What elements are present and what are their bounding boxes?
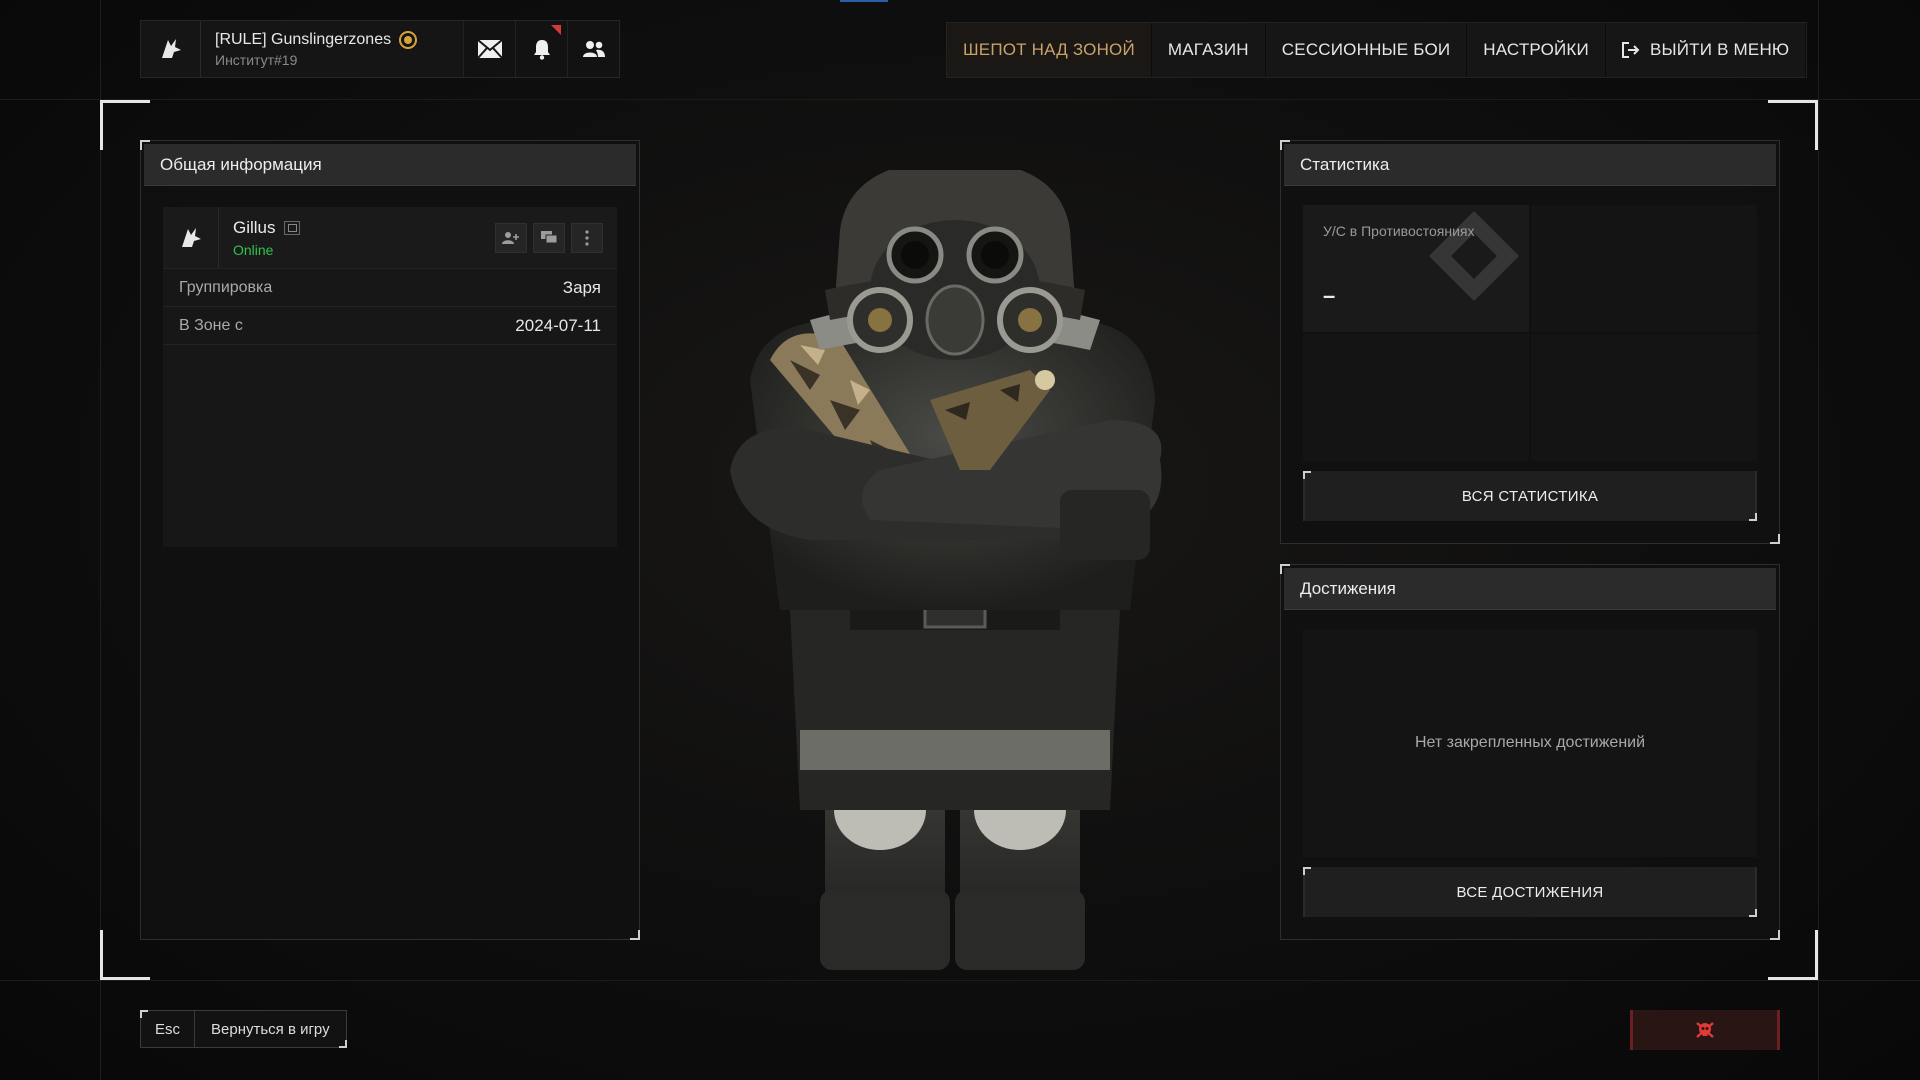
envelope-icon [476,39,503,59]
user-name: Gillus [233,217,276,237]
nav-label: НАСТРОЙКИ [1483,40,1589,59]
nav-label: ШЕПОТ НАД ЗОНОЙ [963,40,1135,59]
nav-exit-to-menu[interactable]: ВЫЙТИ В МЕНЮ [1605,23,1807,77]
esc-key-hint: Esc [141,1011,195,1047]
all-achievements-button[interactable]: ВСЕ ДОСТИЖЕНИЯ [1303,867,1757,917]
guide-line [1818,0,1819,1080]
nav-label: СЕССИОННЫЕ БОИ [1281,40,1451,59]
wolf-emblem-icon [161,39,181,58]
pda-screen: [RULE] Gunslingerzones Институт#19 ШЕПОТ… [0,0,1920,1080]
exit-icon [1621,42,1640,58]
profile-avatar [141,21,201,77]
suicide-button[interactable] [1630,1010,1780,1050]
message-button[interactable] [533,222,565,253]
friends-icon [582,41,605,57]
profile-box[interactable]: [RULE] Gunslingerzones Институт#19 [140,20,620,78]
panel-title: Статистика [1284,144,1776,186]
user-status: Online [233,241,274,258]
top-progress-tick [840,0,888,2]
nav-session-battles[interactable]: СЕССИОННЫЕ БОИ [1265,23,1468,77]
in-zone-since-row: В Зоне с 2024-07-11 [163,307,617,345]
more-vertical-icon [585,229,589,246]
user-row: Gillus Online [163,207,617,269]
info-card: Gillus Online Группировка Заря В Зоне с … [163,207,617,547]
return-to-game-label: Вернуться в игру [211,1020,330,1038]
nav-label: МАГАЗИН [1167,40,1249,59]
add-friend-button[interactable] [495,222,527,253]
add-user-icon [502,231,519,244]
stat-cell [1303,334,1529,461]
panel-title: Достижения [1284,568,1776,610]
wolf-emblem-icon [181,227,201,247]
nav-shop[interactable]: МАГАЗИН [1151,23,1266,77]
statistics-panel: Статистика У/С в Противостояниях – ВСЯ С… [1280,140,1780,544]
all-statistics-button[interactable]: ВСЯ СТАТИСТИКА [1303,471,1757,521]
stat-value: – [1323,283,1336,308]
skull-crossbones-icon [1696,1022,1714,1038]
copy-icon[interactable] [283,220,300,235]
general-info-panel: Общая информация Gillus Online Группиров… [140,140,640,940]
achievements-empty-text: Нет закрепленных достижений [1303,629,1757,857]
stat-cell: У/С в Противостояниях – [1303,205,1529,332]
more-options-button[interactable] [571,222,603,253]
nav-label: ВЫЙТИ В МЕНЮ [1649,40,1790,59]
bell-icon [533,40,550,60]
notification-indicator [551,25,561,35]
guide-line [0,980,1920,981]
stat-label: У/С в Противостояниях [1323,223,1475,239]
rank-badge-icon [399,30,418,49]
stat-cell [1531,205,1757,332]
user-avatar [163,207,219,268]
return-to-game-button[interactable]: Esc Вернуться в игру [140,1010,347,1048]
achievements-panel: Достижения Нет закрепленных достижений В… [1280,564,1780,940]
profile-subtitle: Институт#19 [215,51,298,68]
profile-name: [RULE] Gunslingerzones [215,30,392,48]
panel-title: Общая информация [144,144,636,186]
notifications-button[interactable] [515,21,567,77]
top-navigation: ШЕПОТ НАД ЗОНОЙ МАГАЗИН СЕССИОННЫЕ БОИ Н… [946,22,1808,78]
guide-line [0,99,1920,100]
mail-button[interactable] [463,21,515,77]
stats-grid: У/С в Противостояниях – [1303,205,1757,461]
chat-icon [541,230,558,243]
stat-cell [1531,334,1757,461]
friends-button[interactable] [567,21,619,77]
faction-label: Группировка [179,278,273,296]
nav-settings[interactable]: НАСТРОЙКИ [1467,23,1606,77]
faction-row: Группировка Заря [163,269,617,307]
guide-line [100,0,101,1080]
faction-value: Заря [562,277,601,297]
in-zone-since-value: 2024-07-11 [515,315,601,335]
in-zone-since-label: В Зоне с [179,316,243,334]
character-model [730,170,1162,970]
nav-whisper-over-zone[interactable]: ШЕПОТ НАД ЗОНОЙ [947,23,1152,77]
